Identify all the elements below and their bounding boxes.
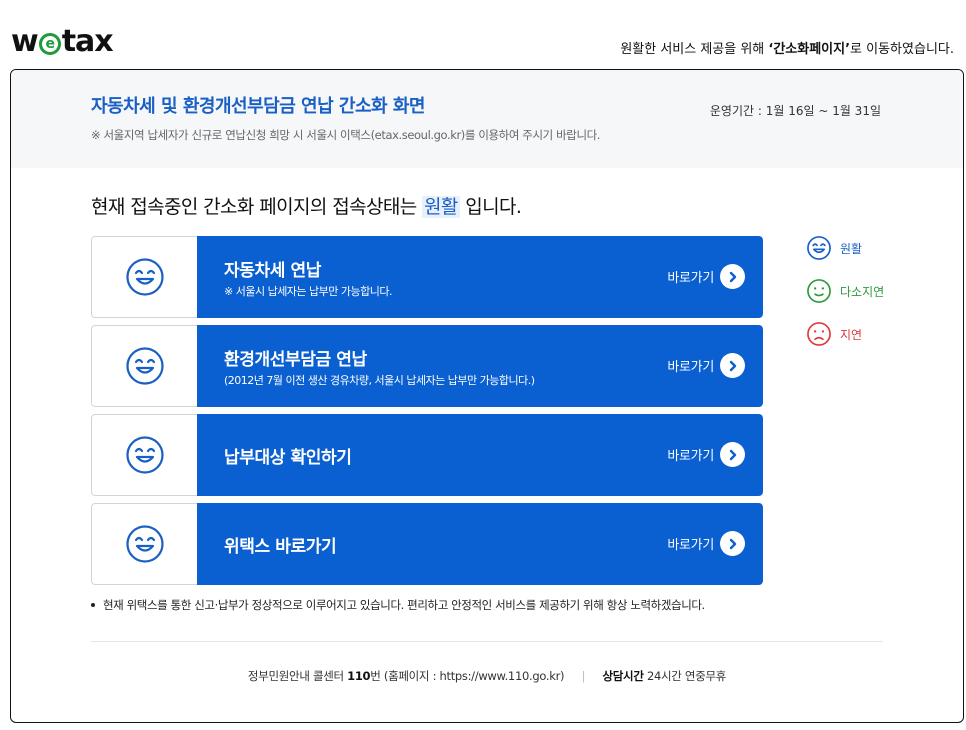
- service-environment-charge-annual-payment[interactable]: 환경개선부담금 연납 (2012년 7월 이전 생산 경유차량, 서울시 납세자…: [91, 325, 763, 407]
- logo-e-mark: e: [38, 33, 61, 55]
- redirect-note: 원활한 서비스 제공을 위해 ‘간소화페이지’로 이동하였습니다.: [620, 38, 954, 57]
- seoul-notice: ※ 서울지역 납세자가 신규로 연납신청 희망 시 서울시 이택스(etax.s…: [91, 128, 601, 142]
- operation-period: 운영기간 : 1월 16일 ~ 1월 31일: [709, 104, 881, 118]
- neutral-face-icon: [807, 279, 831, 303]
- callcenter-number: 110: [347, 669, 371, 683]
- smile-icon: [807, 236, 831, 260]
- service-status-note: 현재 위택스를 통한 신고·납부가 정상적으로 이루어지고 있습니다. 편리하고…: [91, 597, 705, 613]
- legend-label: 지연: [840, 327, 863, 342]
- redirect-note-prefix: 원활한 서비스 제공을 위해: [620, 42, 769, 57]
- service-subtitle: ※ 서울시 납세자는 납부만 가능합니다.: [224, 285, 393, 298]
- go-button[interactable]: 바로가기: [667, 442, 745, 467]
- redirect-note-suffix: 로 이동하였습니다.: [850, 42, 954, 57]
- chevron-right-icon: [720, 264, 745, 289]
- callcenter-suffix: 번 (홈페이지 : https://www.110.go.kr): [370, 669, 565, 683]
- service-status-cell: [91, 236, 197, 318]
- service-body[interactable]: 위택스 바로가기 바로가기: [197, 503, 763, 585]
- smile-icon: [125, 436, 164, 474]
- smile-icon: [125, 347, 164, 385]
- divider: [91, 641, 883, 642]
- service-status-cell: [91, 414, 197, 496]
- service-title: 환경개선부담금 연납: [224, 350, 367, 370]
- service-car-tax-annual-payment[interactable]: 자동차세 연납 ※ 서울시 납세자는 납부만 가능합니다. 바로가기: [91, 236, 763, 318]
- bullet-note-text: 현재 위택스를 통한 신고·납부가 정상적으로 이루어지고 있습니다. 편리하고…: [103, 598, 705, 612]
- top-bar: w e tax 원활한 서비스 제공을 위해 ‘간소화페이지’로 이동하였습니다.: [0, 0, 966, 64]
- service-subtitle: (2012년 7월 이전 생산 경유차량, 서울시 납세자는 납부만 가능합니다…: [224, 374, 535, 387]
- smile-icon: [125, 525, 164, 563]
- panel-header: 자동차세 및 환경개선부담금 연납 간소화 화면 ※ 서울지역 납세자가 신규로…: [11, 70, 963, 168]
- service-body[interactable]: 자동차세 연납 ※ 서울시 납세자는 납부만 가능합니다. 바로가기: [197, 236, 763, 318]
- service-title: 위택스 바로가기: [224, 537, 337, 557]
- logo-letter-w: w: [11, 24, 39, 59]
- legend-label: 다소지연: [840, 284, 885, 299]
- footer-separator: |: [581, 669, 586, 683]
- chevron-right-icon: [720, 531, 745, 556]
- go-button[interactable]: 바로가기: [667, 264, 745, 289]
- chevron-right-icon: [720, 353, 745, 378]
- service-status-cell: [91, 325, 197, 407]
- service-status-cell: [91, 503, 197, 585]
- footer: 정부민원안내 콜센터 110번 (홈페이지 : https://www.110.…: [11, 668, 963, 684]
- go-button[interactable]: 바로가기: [667, 353, 745, 378]
- legend-item-delayed: 지연: [806, 321, 884, 347]
- service-check-payment-target[interactable]: 납부대상 확인하기 바로가기: [91, 414, 763, 496]
- service-title: 자동차세 연납: [224, 261, 321, 281]
- legend-item-smooth: 원활: [806, 235, 884, 261]
- status-suffix: 입니다.: [459, 196, 522, 218]
- go-button[interactable]: 바로가기: [667, 531, 745, 556]
- sad-face-icon: [807, 322, 831, 346]
- go-label: 바로가기: [667, 271, 714, 286]
- go-label: 바로가기: [667, 449, 714, 464]
- chevron-right-icon: [720, 442, 745, 467]
- go-label: 바로가기: [667, 538, 714, 553]
- legend-label: 원활: [840, 241, 863, 256]
- service-body[interactable]: 환경개선부담금 연납 (2012년 7월 이전 생산 경유차량, 서울시 납세자…: [197, 325, 763, 407]
- smile-icon: [125, 258, 164, 296]
- service-go-to-wetax[interactable]: 위택스 바로가기 바로가기: [91, 503, 763, 585]
- page-title: 자동차세 및 환경개선부담금 연납 간소화 화면: [91, 96, 425, 117]
- hours-label: 상담시간: [602, 669, 644, 683]
- bullet-dot: [91, 603, 95, 607]
- wetax-logo[interactable]: w e tax: [11, 24, 114, 60]
- hours-value: 24시간 연중무휴: [643, 669, 727, 683]
- callcenter-prefix: 정부민원안내 콜센터: [247, 669, 348, 683]
- connection-status: 현재 접속중인 간소화 페이지의 접속상태는 원활 입니다.: [91, 192, 522, 219]
- service-title: 납부대상 확인하기: [224, 448, 352, 468]
- status-prefix: 현재 접속중인 간소화 페이지의 접속상태는: [91, 196, 423, 218]
- logo-letters-tax: tax: [61, 24, 114, 59]
- simplified-page-panel: 자동차세 및 환경개선부담금 연납 간소화 화면 ※ 서울지역 납세자가 신규로…: [10, 69, 964, 723]
- redirect-note-highlight: ‘간소화페이지’: [768, 42, 851, 57]
- service-body[interactable]: 납부대상 확인하기 바로가기: [197, 414, 763, 496]
- status-value: 원활: [422, 196, 460, 218]
- go-label: 바로가기: [667, 360, 714, 375]
- legend-item-moderate: 다소지연: [806, 278, 884, 304]
- status-legend: 원활 다소지연 지연: [806, 235, 884, 364]
